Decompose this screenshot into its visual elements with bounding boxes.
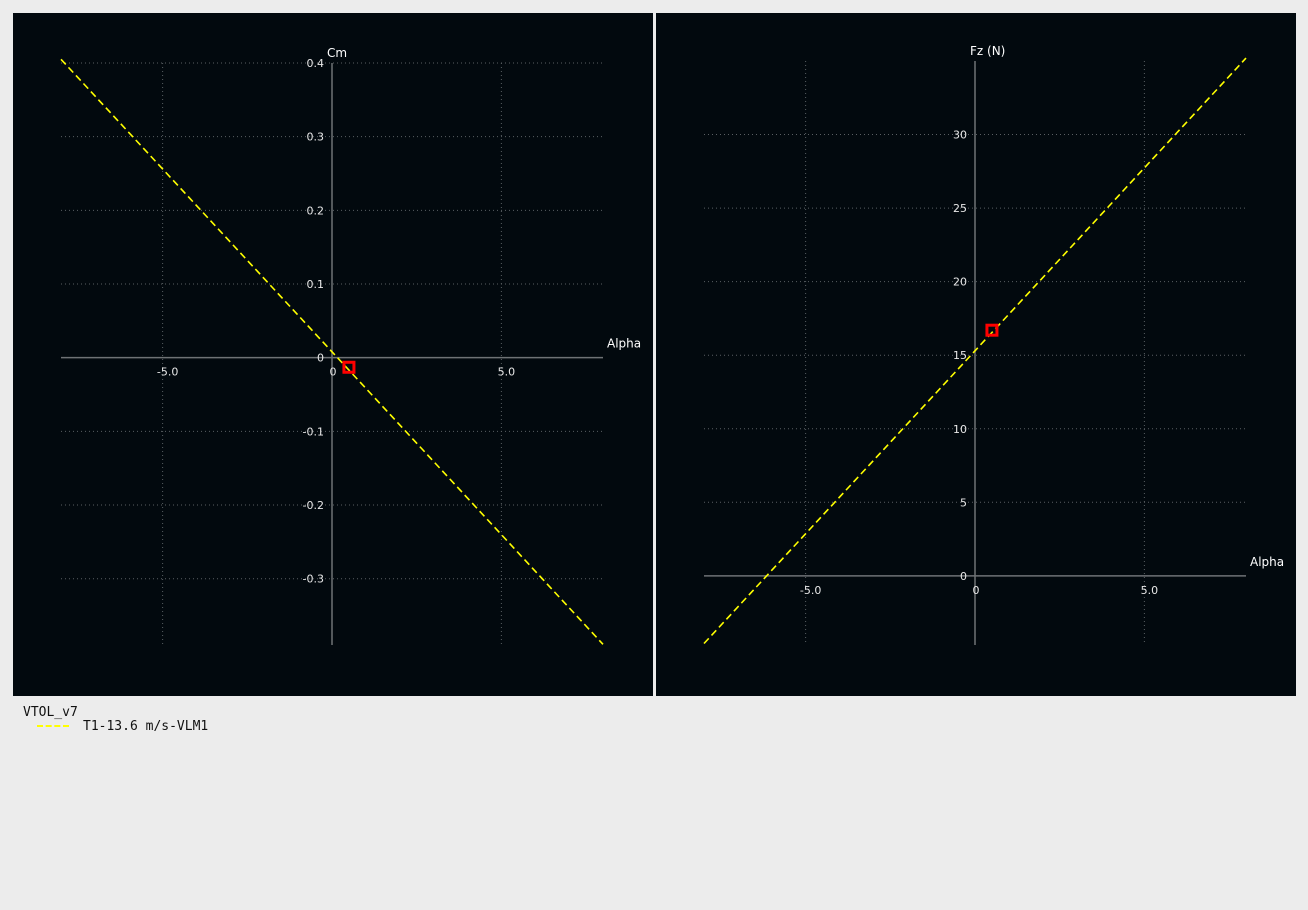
- cm-y-tick-label-7: 0.4: [307, 57, 325, 70]
- cm-x-tick-label-1: 0: [330, 366, 337, 379]
- cm-y-tick-label-5: 0.2: [307, 204, 325, 217]
- fz-y-tick-label-1: 5: [960, 496, 967, 509]
- cm-y-tick-label-6: 0.3: [307, 131, 325, 144]
- legend-plane-name: VTOL_v7: [23, 705, 78, 720]
- legend-area: VTOL_v7 T1-13.6 m/s-VLM1: [12, 698, 1296, 898]
- legend-series-label[interactable]: T1-13.6 m/s-VLM1: [83, 719, 208, 734]
- fz-x-tick-label-2: 5.0: [1141, 584, 1159, 597]
- polar-graph-window: -0.3 -0.2 -0.1 0 0.1 0.2 0.3 0.4 -5.0 0 5.0 Alpha Cm…: [0, 0, 1308, 910]
- cm-x-tick-label-0: -5.0: [157, 366, 178, 379]
- cm-y-tick-label-3: 0: [317, 352, 324, 365]
- fz-y-tick-label-6: 30: [953, 129, 967, 142]
- fz-y-tick-label-4: 20: [953, 276, 967, 289]
- cm-y-axis-title: Cm: [327, 46, 347, 60]
- legend-line-swatch: [37, 725, 69, 727]
- cm-y-tick-label-2: -0.1: [303, 425, 324, 438]
- fz-y-tick-label-2: 10: [953, 423, 967, 436]
- fz-y-tick-label-3: 15: [953, 349, 967, 362]
- cm-y-tick-label-1: -0.2: [303, 499, 324, 512]
- cm-operating-point-marker: [342, 360, 356, 374]
- cm-x-axis-title: Alpha: [607, 337, 641, 351]
- fz-x-axis-title: Alpha: [1250, 555, 1284, 569]
- fz-y-tick-label-0: 0: [960, 570, 967, 583]
- fz-alpha-chart: 0 5 10 15 20 25 30 -5.0 0 5.0 Alpha Fz (N): [703, 44, 1284, 645]
- fz-x-tick-label-0: -5.0: [800, 584, 821, 597]
- cm-y-tick-label-0: -0.3: [303, 573, 324, 586]
- fz-alpha-plot-panel[interactable]: 0 5 10 15 20 25 30 -5.0 0 5.0 Alpha Fz (N): [656, 13, 1296, 696]
- cm-y-tick-label-4: 0.1: [307, 278, 325, 291]
- cm-x-tick-label-2: 5.0: [498, 366, 516, 379]
- fz-y-axis-title: Fz (N): [970, 44, 1005, 58]
- fz-operating-point-marker: [985, 323, 999, 337]
- cm-alpha-plot-panel[interactable]: -0.3 -0.2 -0.1 0 0.1 0.2 0.3 0.4 -5.0 0 5.0 Alpha Cm: [13, 13, 653, 696]
- cm-alpha-chart: -0.3 -0.2 -0.1 0 0.1 0.2 0.3 0.4 -5.0 0 5.0 Alpha Cm: [60, 46, 641, 645]
- fz-x-tick-label-1: 0: [973, 584, 980, 597]
- fz-y-tick-label-5: 25: [953, 202, 967, 215]
